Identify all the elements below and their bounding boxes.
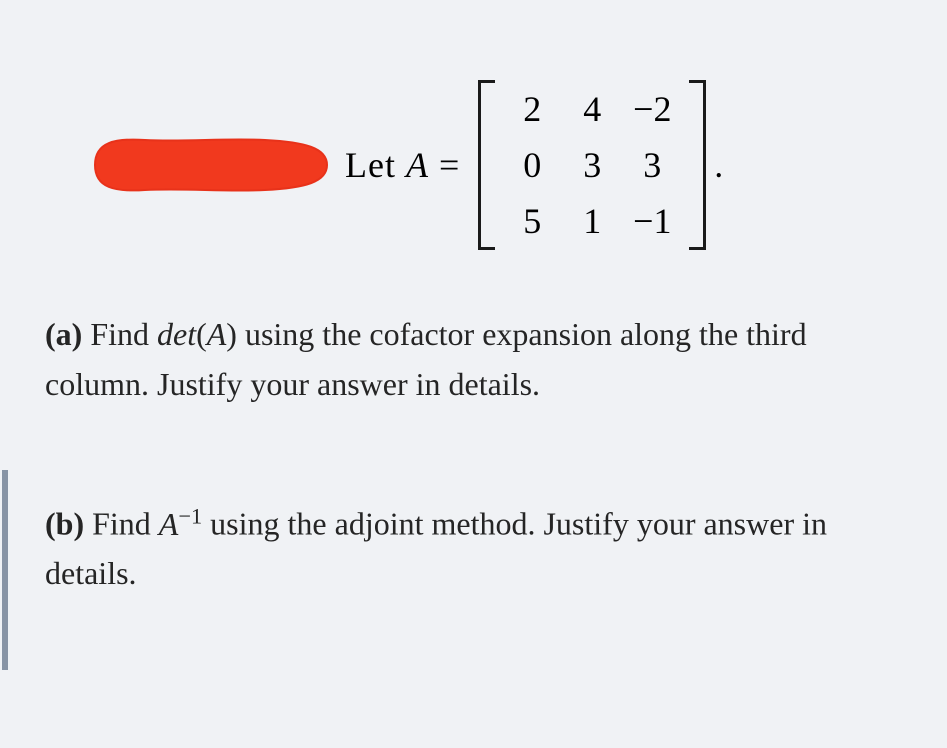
question-b: (b) Find A−1 using the adjoint method. J…	[45, 499, 902, 599]
matrix-cell: 2	[523, 88, 541, 130]
matrix-cell: 3	[583, 144, 601, 186]
matrix-definition-row: Let A = 2 4 −2 0 3 3 5 1 −1 .	[45, 80, 902, 250]
var-A-inverse: A−1	[159, 506, 202, 542]
matrix-cell: 1	[583, 200, 601, 242]
var-A-base: A	[159, 506, 179, 542]
matrix-name-A: A	[406, 145, 429, 185]
matrix-cell: 3	[643, 144, 661, 186]
exponent-neg1: −1	[178, 503, 202, 528]
matrix-cell: 4	[583, 88, 601, 130]
matrix-cell: −1	[633, 200, 671, 242]
vertical-accent-bar	[2, 470, 8, 670]
question-a: (a) Find det(A) using the cofactor expan…	[45, 310, 902, 409]
matrix-cell: 5	[523, 200, 541, 242]
matrix-grid: 2 4 −2 0 3 3 5 1 −1	[498, 81, 686, 249]
qb-text-1: Find	[84, 506, 159, 542]
paren-A: (A)	[196, 316, 237, 352]
part-label-b: (b)	[45, 506, 84, 542]
period: .	[714, 144, 723, 186]
var-A: A	[207, 316, 227, 352]
part-label-a: (a)	[45, 316, 82, 352]
redaction-mark	[65, 130, 335, 200]
matrix-cell: −2	[633, 88, 671, 130]
let-text: Let	[345, 145, 406, 185]
matrix-A: 2 4 −2 0 3 3 5 1 −1	[478, 80, 706, 250]
det-function: det	[157, 316, 196, 352]
let-a-equals: Let A =	[345, 144, 460, 186]
equals-sign: =	[429, 145, 460, 185]
left-bracket	[478, 80, 498, 250]
right-bracket	[686, 80, 706, 250]
matrix-cell: 0	[523, 144, 541, 186]
qa-text-1: Find	[82, 316, 157, 352]
